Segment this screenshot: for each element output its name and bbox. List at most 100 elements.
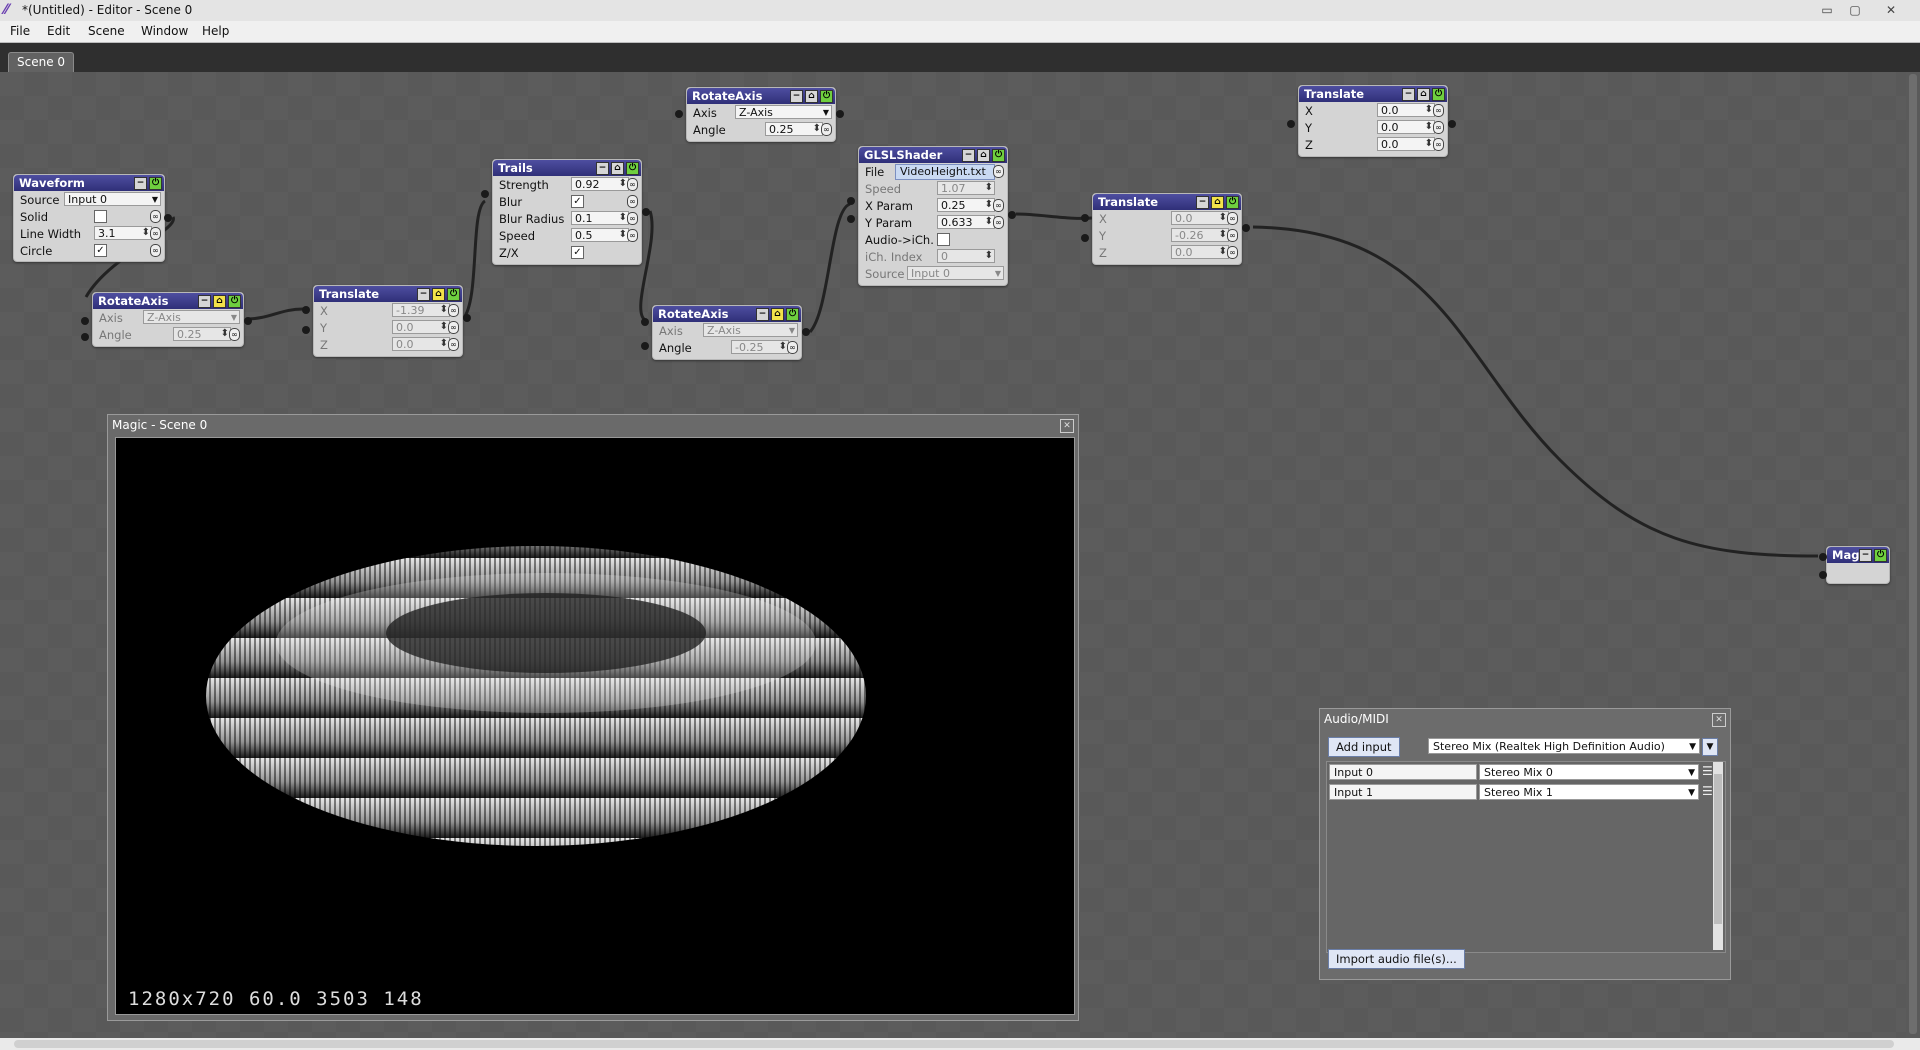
canvas-horizontal-scrollbar[interactable] [0,1038,1920,1050]
input-port[interactable] [847,215,855,223]
input-port[interactable] [641,318,649,326]
output-port[interactable] [1242,224,1250,232]
enable-icon[interactable]: ⏻ [786,308,799,321]
x-field[interactable]: 0.0 [1171,211,1229,225]
enable-icon[interactable]: ⏻ [1226,196,1239,209]
lock-icon[interactable]: ⌂ [213,295,226,308]
output-port[interactable] [836,110,844,118]
input-port[interactable] [675,110,683,118]
menu-scene[interactable]: Scene [88,24,125,38]
menu-file[interactable]: File [10,24,30,38]
enable-icon[interactable]: ⏻ [1432,88,1445,101]
link-icon[interactable]: ∞ [993,165,1004,178]
collapse-icon[interactable]: − [790,90,803,103]
node-magic-output[interactable]: Magic − ⏻ [1819,546,1890,584]
angle-field[interactable]: 0.25 [765,122,823,136]
link-icon[interactable]: ∞ [448,338,459,351]
collapse-icon[interactable]: − [596,162,609,175]
collapse-icon[interactable]: − [1859,549,1872,562]
link-icon[interactable]: ∞ [1227,229,1238,242]
lock-icon[interactable]: ⌂ [432,288,445,301]
import-audio-button[interactable]: Import audio file(s)... [1328,949,1465,969]
link-icon[interactable]: ∞ [627,195,638,208]
strength-field[interactable]: 0.92 [571,177,629,191]
audio-ich-checkbox[interactable] [937,233,950,246]
list-scrollbar[interactable] [1713,762,1723,950]
link-icon[interactable]: ∞ [993,216,1004,229]
input-channel-select[interactable]: Stereo Mix 0 [1479,764,1699,781]
input-name-field[interactable]: Input 0 [1329,764,1477,780]
enable-icon[interactable]: ⏻ [447,288,460,301]
output-port[interactable] [164,214,172,222]
node-translate-2[interactable]: Translate −⌂⏻ X0.0∞ Y-0.26∞ Z0.0∞ [1081,193,1250,265]
node-rotateaxis-1[interactable]: RotateAxis −⌂⏻ Axis Z-Axis Angle 0.25∞ [81,292,252,347]
blur-radius-field[interactable]: 0.1 [571,211,629,225]
y-field[interactable]: -0.26 [1171,228,1229,242]
enable-icon[interactable]: ⏻ [1874,549,1887,562]
input-port[interactable] [1081,214,1089,222]
link-icon[interactable]: ∞ [787,341,798,354]
link-icon[interactable]: ∞ [1433,138,1444,151]
axis-select[interactable]: Z-Axis [735,105,832,120]
input-port[interactable] [847,197,855,205]
input-name-field[interactable]: Input 1 [1329,784,1477,800]
output-port[interactable] [802,328,810,336]
input-port[interactable] [302,326,310,334]
link-icon[interactable]: ∞ [448,321,459,334]
menu-icon[interactable]: ☰ [1702,784,1713,798]
link-icon[interactable]: ∞ [150,210,161,223]
enable-icon[interactable]: ⏻ [149,177,162,190]
collapse-icon[interactable]: − [962,149,975,162]
link-icon[interactable]: ∞ [627,212,638,225]
menu-help[interactable]: Help [202,24,229,38]
input-port[interactable] [81,317,89,325]
circle-checkbox[interactable]: ✓ [94,244,107,257]
lock-icon[interactable]: ⌂ [805,90,818,103]
ich-index-field[interactable]: 0 [937,249,995,263]
link-icon[interactable]: ∞ [229,328,240,341]
collapse-icon[interactable]: − [756,308,769,321]
x-field[interactable]: -1.39 [392,303,450,317]
speed-field[interactable]: 1.07 [937,181,995,195]
input-port[interactable] [1819,571,1827,579]
angle-field[interactable]: 0.25 [173,327,231,341]
enable-icon[interactable]: ⏻ [820,90,833,103]
link-icon[interactable]: ∞ [993,199,1004,212]
maximize-icon[interactable]: ▢ [1844,2,1866,18]
source-select[interactable]: Input 0 [64,192,161,207]
node-rotateaxis-top[interactable]: RotateAxis −⌂⏻ Axis Z-Axis Angle 0.25∞ [675,87,844,142]
input-port[interactable] [302,306,310,314]
node-translate-1[interactable]: Translate −⌂⏻ X-1.39∞ Y0.0∞ Z0.0∞ [302,285,471,357]
x-field[interactable]: 0.0 [1377,103,1435,117]
link-icon[interactable]: ∞ [821,123,832,136]
menu-icon[interactable]: ☰ [1702,764,1713,778]
close-icon[interactable]: ✕ [1880,2,1902,18]
file-button[interactable]: VideoHeight.txt [895,164,995,180]
link-icon[interactable]: ∞ [1433,104,1444,117]
link-icon[interactable]: ∞ [1433,121,1444,134]
input-port[interactable] [481,190,489,198]
minimize-icon[interactable]: ▭ [1816,2,1838,18]
output-port[interactable] [463,314,471,322]
collapse-icon[interactable]: − [417,288,430,301]
lock-icon[interactable]: ⌂ [771,308,784,321]
source-select[interactable]: Input 0 [907,266,1004,281]
close-icon[interactable]: ✕ [1712,713,1726,727]
node-waveform[interactable]: Waveform −⏻ Source Input 0 Solid ∞ Line Wi… [13,174,172,262]
node-translate-top[interactable]: Translate −⌂⏻ X0.0∞ Y0.0∞ Z0.0∞ [1287,85,1456,157]
node-trails[interactable]: Trails −⌂⏻ Strength0.92∞ Blur✓∞ Blur Rad… [481,159,650,265]
output-port[interactable] [642,208,650,216]
link-icon[interactable]: ∞ [1227,212,1238,225]
input-port[interactable] [1081,234,1089,242]
input-port[interactable] [1819,553,1827,561]
blur-checkbox[interactable]: ✓ [571,195,584,208]
menu-window[interactable]: Window [141,24,188,38]
collapse-icon[interactable]: − [134,177,147,190]
link-icon[interactable]: ∞ [150,227,161,240]
input-port[interactable] [1287,120,1295,128]
solid-checkbox[interactable] [94,210,107,223]
z-field[interactable]: 0.0 [1171,245,1229,259]
node-glslshader[interactable]: GLSLShader − ⌂ ⏻ File VideoHeight.txt ∞ Spee… [847,146,1016,286]
audio-midi-panel[interactable]: Audio/MIDI ✕ Add input Stereo Mix (Realt… [1319,708,1731,980]
z-field[interactable]: 0.0 [1377,137,1435,151]
